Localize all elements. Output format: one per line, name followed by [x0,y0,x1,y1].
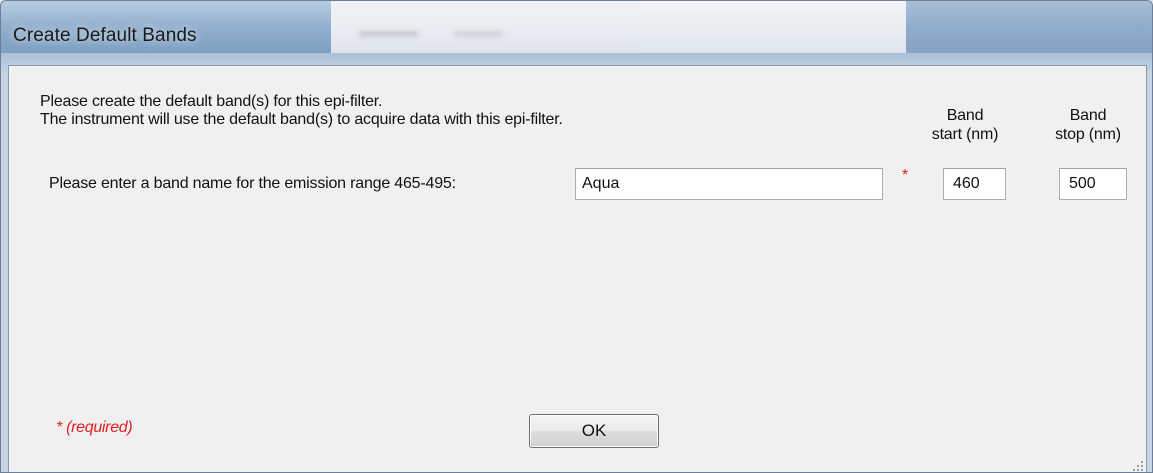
band-start-input[interactable] [943,168,1006,200]
dialog-content: Please create the default band(s) for th… [8,65,1147,472]
dialog-window: Create Default Bands Please create the d… [0,0,1153,473]
band-name-input[interactable] [575,168,883,200]
band-start-column-header: Band start (nm) [915,106,1015,144]
instruction-line-2: The instrument will use the default band… [40,111,563,128]
title-bar[interactable]: Create Default Bands [1,1,1152,53]
window-title: Create Default Bands [13,25,197,46]
title-bar-glass-middle [331,1,906,53]
band-stop-column-header: Band stop (nm) [1033,106,1143,144]
band-start-header-text: Band start (nm) [931,107,999,143]
band-stop-header-text: Band stop (nm) [1055,107,1121,143]
instruction-line-1: Please create the default band(s) for th… [40,93,383,110]
required-note: * (required) [56,419,133,436]
band-stop-input[interactable] [1059,168,1127,200]
title-bar-glass-right [906,1,1152,53]
ok-button[interactable]: OK [529,414,659,448]
blurred-background-text [453,31,503,37]
blurred-background-text [359,31,419,37]
resize-grip-icon[interactable] [1131,459,1143,471]
required-marker: * [902,167,909,184]
band-name-prompt: Please enter a band name for the emissio… [49,175,456,192]
